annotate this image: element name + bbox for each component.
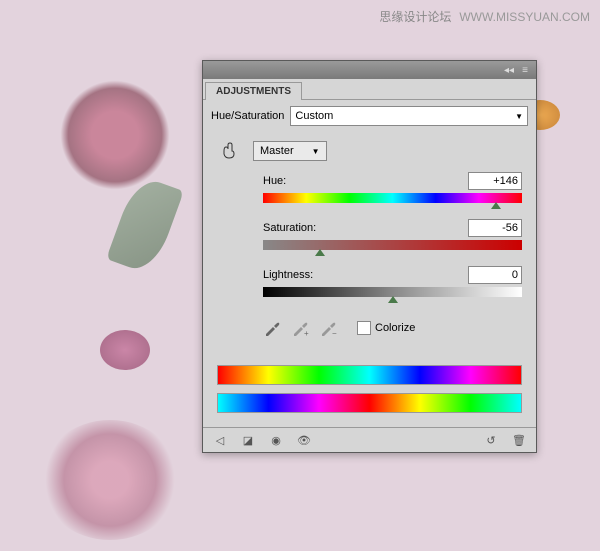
collapse-icon[interactable]: ◂◂: [502, 63, 516, 77]
lightness-label: Lightness:: [263, 269, 313, 281]
tab-adjustments[interactable]: ADJUSTMENTS: [205, 82, 302, 100]
hue-input[interactable]: +146: [468, 172, 522, 190]
visibility-icon[interactable]: ◉: [267, 432, 285, 448]
saturation-input[interactable]: -56: [468, 219, 522, 237]
adjustments-panel: ◂◂ ≡ ADJUSTMENTS Hue/Saturation Custom ▼…: [202, 60, 537, 453]
panel-titlebar: ◂◂ ≡: [203, 61, 536, 79]
hue-thumb[interactable]: [491, 202, 501, 209]
lightness-slider[interactable]: [263, 287, 522, 297]
colorize-label: Colorize: [375, 322, 415, 334]
channel-dropdown[interactable]: Master ▼: [253, 141, 327, 161]
chevron-down-icon: ▼: [312, 147, 320, 156]
hue-label: Hue:: [263, 175, 286, 187]
targeted-adjustment-icon[interactable]: [217, 140, 239, 162]
panel-menu-icon[interactable]: ≡: [518, 63, 532, 77]
checkbox-icon: [357, 321, 371, 335]
eyedropper-add-icon[interactable]: +: [291, 319, 309, 337]
hue-slider[interactable]: [263, 193, 522, 203]
preset-dropdown[interactable]: Custom ▼: [290, 106, 528, 126]
saturation-slider[interactable]: [263, 240, 522, 250]
lightness-thumb[interactable]: [388, 296, 398, 303]
color-range-top: [217, 365, 522, 385]
eyedropper-icon[interactable]: [263, 319, 281, 337]
adjustment-header: Hue/Saturation Custom ▼: [203, 100, 536, 130]
preview-icon[interactable]: 👁: [295, 432, 313, 448]
svg-text:+: +: [304, 329, 309, 337]
back-icon[interactable]: ◁: [211, 432, 229, 448]
adjustment-title: Hue/Saturation: [211, 110, 284, 122]
tab-row: ADJUSTMENTS: [203, 79, 536, 100]
delete-icon[interactable]: 🗑: [510, 432, 528, 448]
reset-icon[interactable]: ↺: [482, 432, 500, 448]
saturation-thumb[interactable]: [315, 249, 325, 256]
colorize-checkbox[interactable]: Colorize: [357, 321, 415, 335]
panel-footer: ◁ ◪ ◉ 👁 ↺ 🗑: [203, 427, 536, 452]
clip-icon[interactable]: ◪: [239, 432, 257, 448]
channel-value: Master: [260, 145, 294, 157]
svg-text:−: −: [332, 329, 337, 337]
saturation-label: Saturation:: [263, 222, 316, 234]
chevron-down-icon: ▼: [515, 112, 523, 121]
lightness-input[interactable]: 0: [468, 266, 522, 284]
watermark: 思缘设计论坛WWW.MISSYUAN.COM: [379, 8, 590, 25]
color-range-bottom: [217, 393, 522, 413]
preset-value: Custom: [295, 110, 333, 122]
eyedropper-subtract-icon[interactable]: −: [319, 319, 337, 337]
